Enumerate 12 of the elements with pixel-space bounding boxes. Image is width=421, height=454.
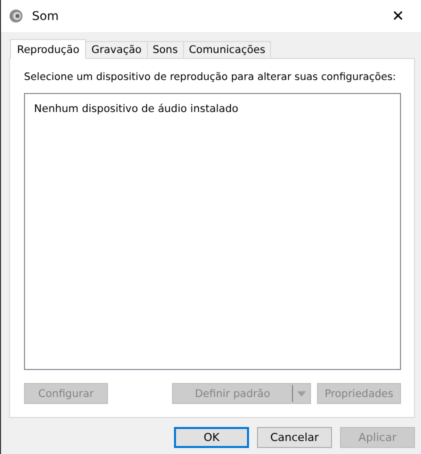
instruction-text: Selecione um dispositivo de reprodução para alterar suas configurações: — [24, 71, 396, 85]
tab[interactable]: Comunicações — [182, 41, 272, 58]
device-list[interactable]: Nenhum dispositivo de áudio instalado — [24, 93, 401, 370]
close-button[interactable]: ✕ — [375, 0, 421, 32]
tab[interactable]: Gravação — [85, 41, 148, 58]
dialog-button[interactable]: Cancelar — [257, 427, 332, 448]
window-title: Som — [32, 9, 59, 23]
dialog-button[interactable]: OK — [174, 427, 249, 448]
tab[interactable]: Reprodução — [10, 39, 86, 59]
speaker-icon — [8, 8, 24, 24]
empty-message: Nenhum dispositivo de áudio instalado — [34, 103, 238, 115]
caret-icon — [297, 390, 306, 396]
